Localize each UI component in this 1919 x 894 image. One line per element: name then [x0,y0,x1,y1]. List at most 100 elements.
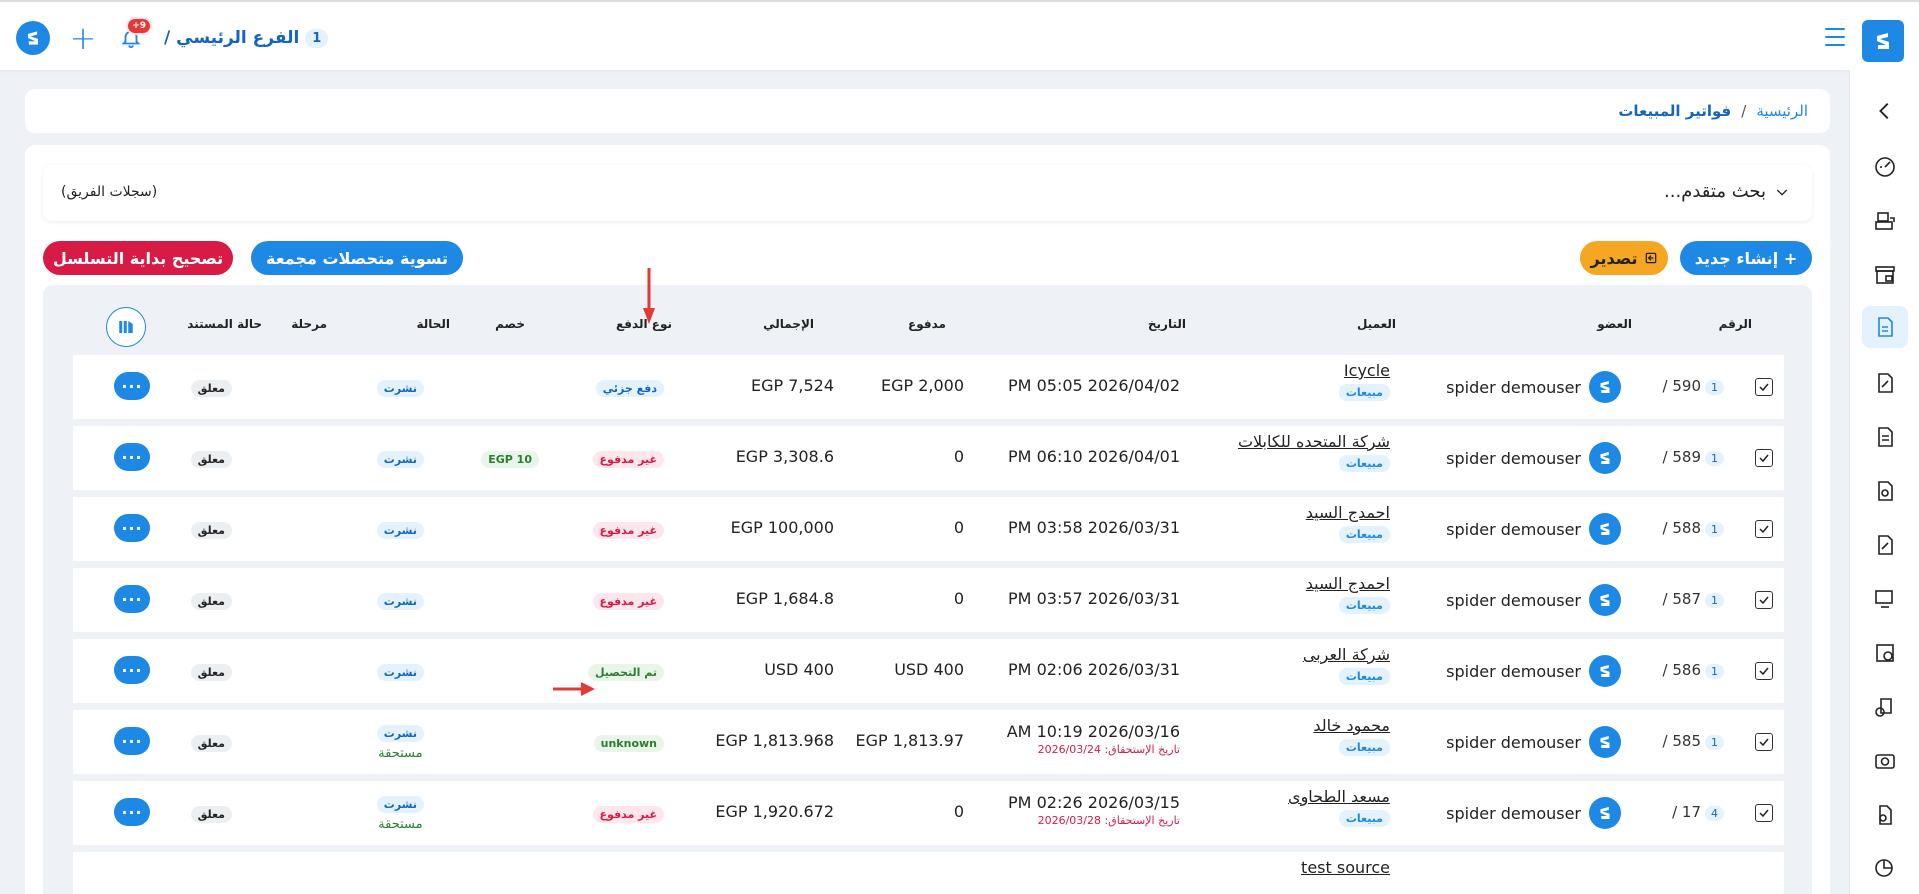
app-logo[interactable] [1862,20,1904,62]
export-button[interactable]: تصدير [1580,241,1668,275]
row-checkbox[interactable] [1755,662,1773,680]
date-cell: 2026/03/16 10:19 AM تاريخ الإستحقاق: 2026… [1007,722,1180,756]
document-icon[interactable] [1872,424,1898,450]
cash-register-icon[interactable] [1872,208,1898,234]
annotation-arrow-down [643,268,655,324]
invoice-number[interactable]: 1 586 / [1663,660,1724,679]
member-avatar [1589,371,1621,403]
store-icon[interactable] [1872,262,1898,288]
row-actions-button[interactable]: ··· [114,514,150,542]
branch-pill: 1 [1705,451,1724,466]
reports-icon[interactable] [1872,856,1898,882]
table-row[interactable]: 1 587 / spider demouser احمدج السيد مبيعات 20… [73,568,1784,632]
member-avatar [1589,797,1621,829]
invoice-number[interactable]: 1 589 / [1663,447,1724,466]
col-stage: مرحلة [291,317,327,331]
chevron-left-icon[interactable] [1872,98,1898,124]
date-cell: 2026/04/02 05:05 PM [1008,376,1180,395]
client-link[interactable]: احمدج السيد [1306,574,1390,593]
date-cell: 2026/03/31 03:58 PM [1008,518,1180,537]
row-checkbox[interactable] [1755,449,1773,467]
create-new-button[interactable]: + إنشاء جديد [1680,241,1812,275]
client-cell: احمدج السيد مبيعات [1306,503,1390,543]
row-actions-button[interactable]: ··· [114,372,150,400]
table-row[interactable]: 1 586 / spider demouser شركة العربى مبيعات 20… [73,639,1784,703]
invoice-number[interactable]: 1 585 / [1663,731,1724,750]
table-row[interactable]: 1 590 / spider demouser Icycle مبيعات 2026/04… [73,355,1784,419]
menu-icon[interactable] [1825,28,1845,46]
add-invoice-icon[interactable] [1872,640,1898,666]
camera-icon[interactable] [1872,748,1898,774]
credit-note-icon[interactable] [1872,532,1898,558]
row-actions-button[interactable]: ··· [114,443,150,471]
col-member: العضو [1597,317,1632,331]
table-row[interactable]: 1 588 / spider demouser احمدج السيد مبيعات 20… [73,497,1784,561]
invoice-number[interactable]: 1 590 / [1663,376,1724,395]
row-actions-button[interactable]: ··· [114,656,150,684]
table-row[interactable]: test source [73,852,1784,894]
client-link[interactable]: Icycle [1339,361,1390,380]
status-badge: نشرت [376,593,424,610]
client-link[interactable]: محمود خالد [1313,716,1390,735]
paid-amount: USD 400 [894,660,964,679]
branch-name: الفرع الرئيسي / [164,28,300,48]
row-checkbox[interactable] [1755,804,1773,822]
invoices-table: الرقم العضو العميل التاريخ مدفوع الإجمال… [43,285,1812,894]
bulk-settlement-button[interactable]: تسوية متحصلات مجمعة [251,241,463,275]
doc-status-cell: معلق [190,519,232,539]
table-row[interactable]: 1 589 / spider demouser شركة المتحده للكابل… [73,426,1784,490]
client-cell: شركة المتحده للكابلات مبيعات [1238,432,1390,472]
add-payment-icon[interactable] [1872,694,1898,720]
row-checkbox[interactable] [1755,733,1773,751]
member-cell: spider demouser [1446,442,1621,474]
client-link[interactable]: احمدج السيد [1306,503,1390,522]
client-cell: مسعد الطحاوى مبيعات [1288,787,1390,827]
client-link[interactable]: شركة العربى [1303,645,1390,664]
doc-status-badge: معلق [190,593,232,610]
payment-icon[interactable] [1872,802,1898,828]
client-link[interactable]: شركة المتحده للكابلات [1238,432,1390,451]
advanced-search-panel[interactable]: بحث متقدم... (سجلات الفريق) [43,165,1812,221]
client-link[interactable]: test source [1301,858,1390,877]
row-checkbox[interactable] [1755,378,1773,396]
monitor-icon[interactable] [1872,586,1898,612]
invoice-number[interactable]: 1 588 / [1663,518,1724,537]
status-cell: نشرت [376,377,424,397]
breadcrumb-home[interactable]: الرئيسية [1756,102,1808,120]
sales-invoices-icon[interactable] [1862,306,1908,348]
member-cell: spider demouser [1446,726,1621,758]
client-cell: test source [1301,858,1390,877]
member-name: spider demouser [1446,448,1581,468]
member-avatar [1589,584,1621,616]
sidebar [1849,70,1919,894]
row-checkbox[interactable] [1755,591,1773,609]
advanced-search-toggle[interactable]: بحث متقدم... [1664,181,1790,202]
col-status: الحالة [416,317,450,331]
return-icon[interactable] [1872,478,1898,504]
paid-amount: 0 [953,447,964,466]
total-amount: EGP 100,000 [730,518,834,537]
row-actions-button[interactable]: ··· [114,798,150,826]
client-tag: مبيعات [1338,384,1390,401]
notifications-bell[interactable]: +9 [116,17,152,53]
branch-selector[interactable]: 1 الفرع الرئيسي / [164,28,329,48]
member-avatar [1589,655,1621,687]
coupon-icon[interactable] [1872,370,1898,396]
invoice-number[interactable]: 4 17 / [1672,802,1724,821]
invoice-number[interactable]: 1 587 / [1663,589,1724,608]
table-row[interactable]: 4 17 / spider demouser مسعد الطحاوى مبيعات 20… [73,781,1784,845]
paid-amount: 0 [953,589,964,608]
dashboard-icon[interactable] [1872,154,1898,180]
client-link[interactable]: مسعد الطحاوى [1288,787,1390,806]
row-actions-button[interactable]: ··· [114,585,150,613]
fix-sequence-button[interactable]: تصحيح بداية التسلسل [43,241,233,275]
user-avatar[interactable] [16,21,50,55]
client-cell: Icycle مبيعات [1338,361,1390,401]
table-row[interactable]: 1 585 / spider demouser محمود خالد مبيعات 202… [73,710,1784,774]
total-amount: EGP 1,920.672 [715,802,834,821]
row-checkbox[interactable] [1755,520,1773,538]
row-actions-button[interactable]: ··· [114,727,150,755]
notification-badge: +9 [126,17,152,35]
add-icon[interactable]: + [68,22,98,54]
columns-toggle-button[interactable] [106,307,146,347]
